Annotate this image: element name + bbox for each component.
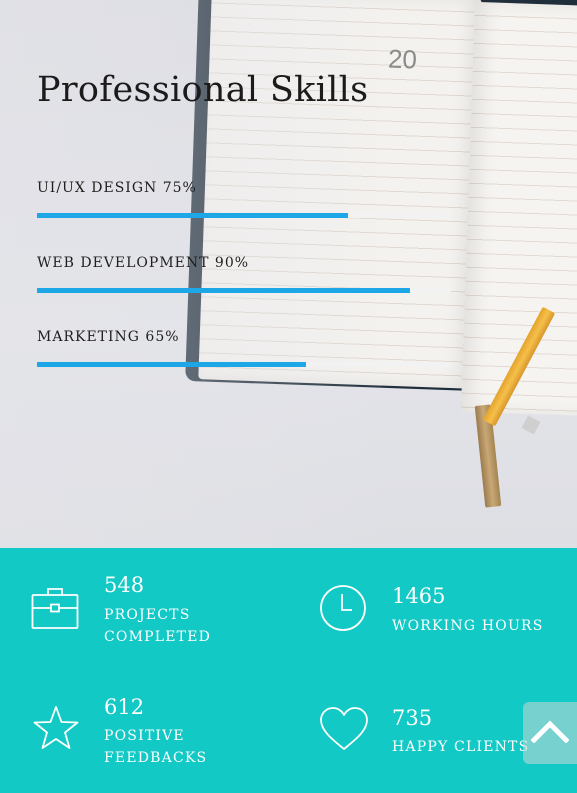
skill-progress-fill <box>37 288 410 293</box>
stat-value: 1465 <box>392 584 446 608</box>
skills-title: Professional Skills <box>37 70 369 110</box>
stat-label: HAPPY CLIENTS <box>392 736 529 758</box>
stat-label: PROJECTS COMPLETED <box>104 604 211 648</box>
stat-label-line: FEEDBACKS <box>104 750 208 766</box>
stat-label-line: PROJECTS <box>104 607 191 623</box>
star-icon <box>32 705 80 755</box>
back-to-top-button[interactable] <box>523 702 577 764</box>
stat-label-line: POSITIVE <box>104 728 185 744</box>
clock-icon <box>319 584 367 636</box>
skill-progress-bar <box>37 362 451 367</box>
stat-value: 548 <box>104 573 145 597</box>
stats-section: 548 PROJECTS COMPLETED 1465 WORKING HOUR… <box>0 548 577 793</box>
heart-icon <box>319 706 369 756</box>
skills-section: 20 Professional Skills UI/UX DESIGN 75% … <box>0 0 577 548</box>
skill-ui-ux: UI/UX DESIGN 75% <box>37 180 451 218</box>
skill-label: UI/UX DESIGN 75% <box>37 180 197 196</box>
skill-marketing: MARKETING 65% <box>37 329 451 367</box>
skill-label: MARKETING 65% <box>37 329 180 345</box>
skill-progress-fill <box>37 362 307 367</box>
skill-progress-bar <box>37 213 451 218</box>
stat-label: WORKING HOURS <box>392 615 544 637</box>
skill-progress-bar <box>37 288 451 293</box>
stat-label: POSITIVE FEEDBACKS <box>104 725 207 769</box>
briefcase-icon <box>31 586 79 634</box>
stat-label-line: COMPLETED <box>104 629 212 645</box>
skill-progress-fill <box>37 213 348 218</box>
stat-label-line: HAPPY CLIENTS <box>392 739 530 755</box>
stat-value: 612 <box>104 695 145 719</box>
chevron-up-icon <box>530 719 570 747</box>
stat-value: 735 <box>392 706 433 730</box>
skill-label: WEB DEVELOPMENT 90% <box>37 255 250 271</box>
stat-label-line: WORKING HOURS <box>392 618 544 634</box>
skill-web-development: WEB DEVELOPMENT 90% <box>37 255 451 293</box>
